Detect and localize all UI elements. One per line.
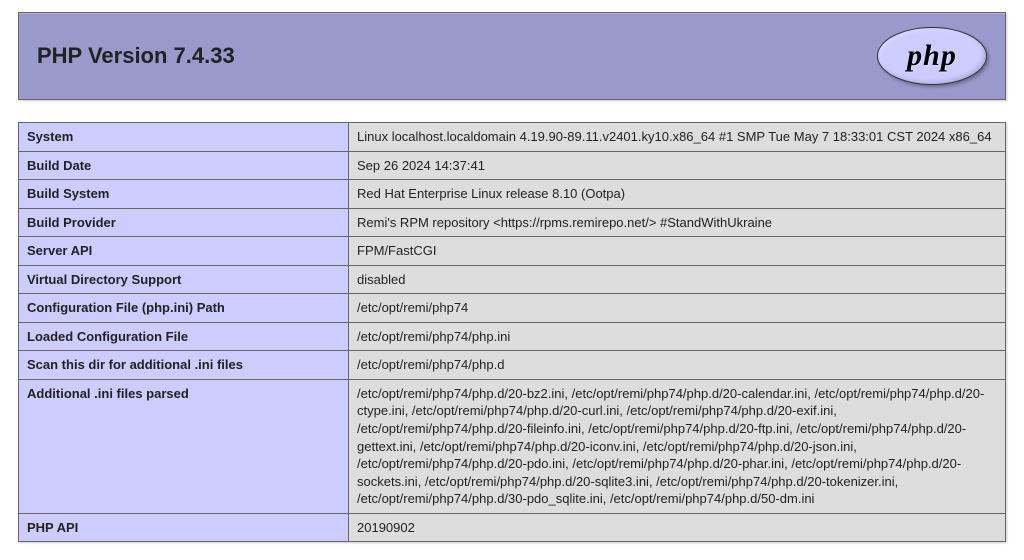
table-row-value: FPM/FastCGI	[349, 237, 1006, 266]
phpinfo-header: PHP Version 7.4.33 php	[18, 12, 1006, 100]
table-row-key: Additional .ini files parsed	[19, 379, 349, 513]
table-row-value: disabled	[349, 265, 1006, 294]
table-row-key: Virtual Directory Support	[19, 265, 349, 294]
php-logo-text: php	[907, 39, 957, 73]
table-row-value: Remi's RPM repository <https://rpms.remi…	[349, 208, 1006, 237]
table-row: Loaded Configuration File/etc/opt/remi/p…	[19, 322, 1006, 351]
table-row: Server APIFPM/FastCGI	[19, 237, 1006, 266]
table-row-key: Server API	[19, 237, 349, 266]
table-row-value: Linux localhost.localdomain 4.19.90-89.1…	[349, 123, 1006, 152]
table-row-key: Build System	[19, 180, 349, 209]
table-row: Build ProviderRemi's RPM repository <htt…	[19, 208, 1006, 237]
table-row: PHP API20190902	[19, 513, 1006, 542]
table-row: Build SystemRed Hat Enterprise Linux rel…	[19, 180, 1006, 209]
table-row: Additional .ini files parsed/etc/opt/rem…	[19, 379, 1006, 513]
table-row-value: 20190902	[349, 513, 1006, 542]
table-row: Build DateSep 26 2024 14:37:41	[19, 151, 1006, 180]
table-row-key: Build Provider	[19, 208, 349, 237]
table-row-value: /etc/opt/remi/php74/php.d/20-bz2.ini, /e…	[349, 379, 1006, 513]
table-row-key: PHP API	[19, 513, 349, 542]
php-logo: php	[877, 27, 987, 85]
table-row: Configuration File (php.ini) Path/etc/op…	[19, 294, 1006, 323]
phpinfo-table: SystemLinux localhost.localdomain 4.19.9…	[18, 122, 1006, 542]
table-row-key: Loaded Configuration File	[19, 322, 349, 351]
table-row-key: Configuration File (php.ini) Path	[19, 294, 349, 323]
table-row: Scan this dir for additional .ini files/…	[19, 351, 1006, 380]
table-row-key: Scan this dir for additional .ini files	[19, 351, 349, 380]
table-row-key: Build Date	[19, 151, 349, 180]
table-row-value: /etc/opt/remi/php74	[349, 294, 1006, 323]
page-title: PHP Version 7.4.33	[37, 43, 235, 69]
table-row-value: Red Hat Enterprise Linux release 8.10 (O…	[349, 180, 1006, 209]
table-row: SystemLinux localhost.localdomain 4.19.9…	[19, 123, 1006, 152]
table-row-value: /etc/opt/remi/php74/php.ini	[349, 322, 1006, 351]
table-row-key: System	[19, 123, 349, 152]
table-row-value: Sep 26 2024 14:37:41	[349, 151, 1006, 180]
table-row-value: /etc/opt/remi/php74/php.d	[349, 351, 1006, 380]
table-row: Virtual Directory Supportdisabled	[19, 265, 1006, 294]
